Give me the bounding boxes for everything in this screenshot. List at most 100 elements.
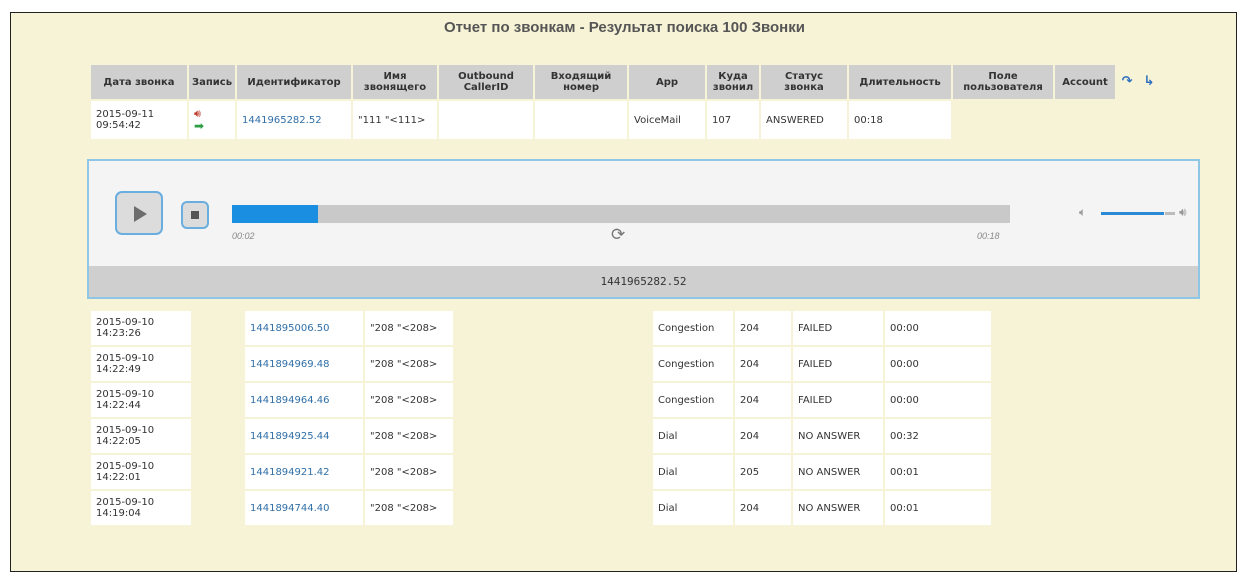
cell-date: 2015-09-10 14:22:01 — [91, 455, 191, 489]
cell-record — [193, 383, 243, 417]
cell-app: VoiceMail — [629, 101, 706, 139]
cell-caller: "208 "<208> — [365, 383, 453, 417]
cell-date: 2015-09-10 14:19:04 — [91, 491, 191, 525]
cell-dst: 205 — [735, 455, 791, 489]
col-account[interactable]: Account — [1055, 65, 1116, 99]
cell-record — [193, 311, 243, 345]
calls-table: Дата звонка Запись Идентификатор Имя зво… — [89, 63, 1161, 141]
cell-caller: "208 "<208> — [365, 311, 453, 345]
cell-app: Dial — [653, 419, 733, 453]
cell-dst: 204 — [735, 491, 791, 525]
cell-app: Congestion — [653, 347, 733, 381]
stop-button[interactable] — [181, 201, 209, 229]
play-button[interactable] — [115, 191, 163, 235]
cell-userfield — [953, 101, 1053, 139]
col-caller[interactable]: Имя звонящего — [353, 65, 438, 99]
nav-next-button[interactable]: ↳ — [1139, 65, 1159, 99]
cell-date: 2015-09-10 14:22:44 — [91, 383, 191, 417]
cell-incoming — [555, 383, 651, 417]
col-userfield[interactable]: Поле пользователя — [953, 65, 1054, 99]
progress-bar[interactable] — [232, 205, 1010, 223]
cell-duration: 00:32 — [885, 419, 991, 453]
arrow-back-icon: ↷ — [1121, 74, 1133, 89]
cell-dst: 204 — [735, 347, 791, 381]
cell-status: FAILED — [793, 383, 883, 417]
progress-fill — [232, 205, 318, 223]
cell-id-link[interactable]: 1441895006.50 — [245, 311, 363, 345]
cell-incoming — [555, 455, 651, 489]
cell-id-link[interactable]: 1441965282.52 — [237, 101, 352, 139]
cell-id-link[interactable]: 1441894921.42 — [245, 455, 363, 489]
cell-record — [193, 455, 243, 489]
volume-slider[interactable] — [1101, 212, 1164, 215]
cell-status: FAILED — [793, 311, 883, 345]
cell-outbound — [455, 491, 553, 525]
col-id[interactable]: Идентификатор — [237, 65, 352, 99]
cell-date: 2015-09-10 14:23:26 — [91, 311, 191, 345]
cell-account — [1055, 101, 1115, 139]
player-label: 1441965282.52 — [89, 266, 1198, 297]
cell-record — [193, 347, 243, 381]
cell-incoming — [535, 101, 628, 139]
cell-outbound — [439, 101, 534, 139]
cell-dst: 204 — [735, 383, 791, 417]
volume-low-icon[interactable]: 🔈︎ — [1079, 205, 1086, 220]
table-row: 2015-09-10 14:22:44 1441894964.46 "208 "<2… — [91, 383, 991, 417]
cell-id-link[interactable]: 1441894925.44 — [245, 419, 363, 453]
calls-table-continued: 2015-09-10 14:23:26 1441895006.50 "208 "<2… — [89, 309, 993, 527]
cell-duration: 00:00 — [885, 311, 991, 345]
cell-incoming — [555, 347, 651, 381]
table-row: 2015-09-10 14:22:49 1441894969.48 "208 "<2… — [91, 347, 991, 381]
col-dst[interactable]: Куда звонил — [707, 65, 760, 99]
table-row: 2015-09-10 14:19:04 1441894744.40 "208 "<2… — [91, 491, 991, 525]
col-date[interactable]: Дата звонка — [91, 65, 187, 99]
cell-status: FAILED — [793, 347, 883, 381]
cell-caller: "208 "<208> — [365, 419, 453, 453]
table-row: 2015-09-10 14:22:05 1441894925.44 "208 "<2… — [91, 419, 991, 453]
cell-duration: 00:00 — [885, 347, 991, 381]
cell-duration: 00:01 — [885, 491, 991, 525]
cell-status: NO ANSWER — [793, 455, 883, 489]
table-row: 2015-09-10 14:22:01 1441894921.42 "208 "<2… — [91, 455, 991, 489]
cell-record — [193, 419, 243, 453]
cell-id-link[interactable]: 1441894964.46 — [245, 383, 363, 417]
cell-incoming — [555, 311, 651, 345]
cell-outbound — [455, 419, 553, 453]
page-title: Отчет по звонкам - Результат поиска 100 … — [444, 19, 805, 36]
arrow-forward-icon: ↳ — [1143, 74, 1155, 89]
cell-caller: "208 "<208> — [365, 455, 453, 489]
cell-app: Dial — [653, 491, 733, 525]
loop-icon[interactable]: ⟳ — [611, 225, 625, 245]
report-panel: Отчет по звонкам - Результат поиска 100 … — [10, 12, 1237, 572]
volume-control[interactable]: 🔈︎ 🔊︎ — [1079, 205, 1199, 221]
col-outbound[interactable]: Outbound CallerID — [439, 65, 534, 99]
volume-high-icon[interactable]: 🔊︎ — [1179, 205, 1187, 220]
cell-date: 2015-09-10 14:22:49 — [91, 347, 191, 381]
table-row: 2015-09-10 14:23:26 1441895006.50 "208 "<2… — [91, 311, 991, 345]
cell-record: 🔊︎ ➡ — [189, 101, 236, 139]
cell-outbound — [455, 455, 553, 489]
cell-duration: 00:18 — [849, 101, 952, 139]
audio-player: 00:02 ⟳ 00:18 🔈︎ 🔊︎ 1441965282.52 — [87, 159, 1200, 299]
total-time: 00:18 — [977, 231, 1000, 241]
cell-id-link[interactable]: 1441894744.40 — [245, 491, 363, 525]
cell-incoming — [555, 491, 651, 525]
cell-record — [193, 491, 243, 525]
col-status[interactable]: Статус звонка — [761, 65, 848, 99]
cell-id-link[interactable]: 1441894969.48 — [245, 347, 363, 381]
table-row: 2015-09-11 09:54:42 🔊︎ ➡ 1441965282.52 "… — [91, 101, 1159, 139]
cell-status: ANSWERED — [761, 101, 848, 139]
col-record[interactable]: Запись — [189, 65, 236, 99]
col-app[interactable]: App — [629, 65, 706, 99]
cell-app: Dial — [653, 455, 733, 489]
cell-outbound — [455, 347, 553, 381]
nav-prev-button[interactable]: ↷ — [1117, 65, 1137, 99]
cell-date: 2015-09-11 09:54:42 — [91, 101, 187, 139]
cell-outbound — [455, 383, 553, 417]
cell-caller: "111 "<111> — [353, 101, 438, 139]
col-duration[interactable]: Длительность — [849, 65, 952, 99]
download-icon[interactable]: ➡ — [194, 120, 230, 132]
col-incoming[interactable]: Входящий номер — [535, 65, 628, 99]
cell-status: NO ANSWER — [793, 419, 883, 453]
cell-app: Congestion — [653, 383, 733, 417]
